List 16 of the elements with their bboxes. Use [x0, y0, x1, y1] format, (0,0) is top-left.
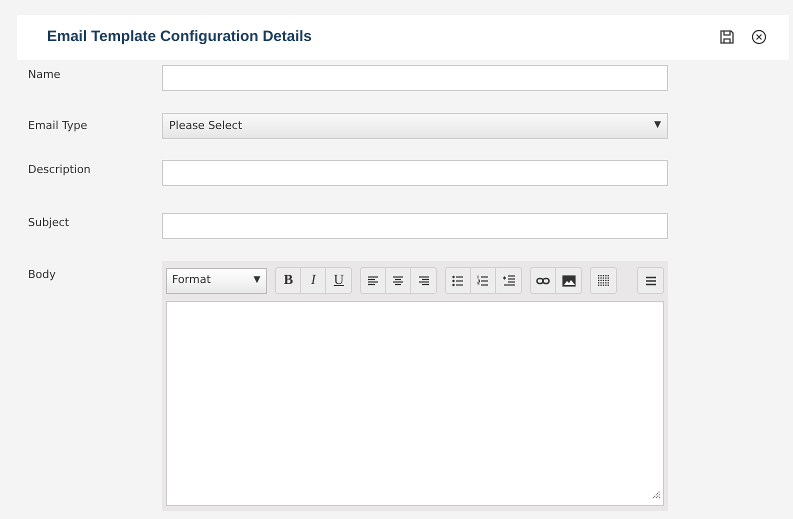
email-type-dropdown[interactable]: Please Select ▼ [162, 113, 668, 139]
bold-button[interactable]: B [276, 268, 302, 293]
save-button[interactable] [719, 29, 735, 46]
input-field[interactable] [162, 213, 668, 239]
italic-button[interactable]: I [301, 268, 326, 293]
field-label: Body [28, 267, 57, 283]
field-label: Name [28, 67, 62, 83]
input-field[interactable] [162, 65, 668, 91]
field-label: Email Type [28, 118, 88, 134]
input-field[interactable] [162, 160, 668, 186]
format-dropdown[interactable]: Format ▼ [166, 268, 268, 294]
underline-button[interactable]: U [326, 268, 352, 293]
panel-title: Email Template Configuration Details [47, 27, 313, 48]
field-label: Subject [28, 215, 70, 231]
close-button[interactable] [751, 29, 767, 46]
field-label: Description [28, 162, 92, 178]
